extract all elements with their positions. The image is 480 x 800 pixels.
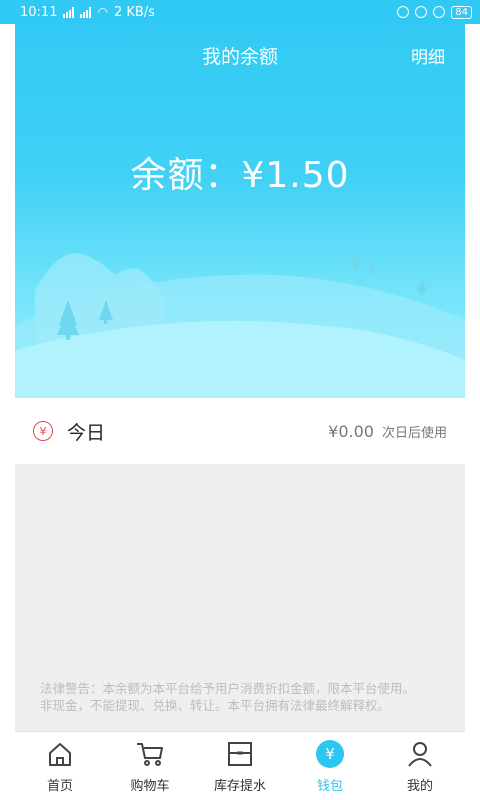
status-time: 10:11 <box>20 4 58 20</box>
cart-icon <box>134 738 166 770</box>
nav-mine[interactable]: 我的 <box>375 732 465 800</box>
user-icon <box>404 738 436 770</box>
nav-wallet-label: 钱包 <box>316 779 343 794</box>
home-icon <box>44 738 76 770</box>
nav-inventory-label: 库存提水 <box>213 779 266 794</box>
wallet-icon: ¥ <box>314 738 346 770</box>
nav-wallet[interactable]: ¥ 钱包 <box>285 732 375 800</box>
legal-warning-line1: 法律警告：本余额为本平台给予用户消费折扣金额，限本平台使用。 <box>40 681 416 696</box>
today-note: 次日后使用 <box>381 425 447 441</box>
today-amount: ¥0.00 <box>328 421 374 441</box>
yen-icon: ¥ <box>33 421 53 441</box>
status-bar: 10:11 ◠ 2 KB/s 84 <box>0 0 480 24</box>
location-icon <box>415 6 428 18</box>
nav-home[interactable]: 首页 <box>15 732 105 800</box>
network-speed: 2 KB/s <box>113 4 155 20</box>
detail-link[interactable]: 明细 <box>411 43 445 68</box>
bottom-nav: 首页 购物车 库存提水 ¥ 钱包 我的 <box>15 731 465 800</box>
lock-icon <box>397 6 410 18</box>
alarm-icon <box>433 6 446 18</box>
page-title: 我的余额 <box>201 46 278 68</box>
landscape-illustration <box>15 250 465 398</box>
nav-home-label: 首页 <box>46 779 73 794</box>
wifi-icon: ◠ <box>97 5 108 19</box>
today-label: 今日 <box>67 421 106 444</box>
signal-icon-2 <box>80 6 92 18</box>
balance-amount: 余额：¥1.50 <box>130 155 350 196</box>
legal-warning: 法律警告：本余额为本平台给予用户消费折扣金额，限本平台使用。 非现金，不能提现、… <box>40 680 450 714</box>
left-margin <box>0 0 15 800</box>
battery-indicator: 84 <box>451 5 472 19</box>
right-margin <box>465 0 480 800</box>
nav-cart[interactable]: 购物车 <box>105 732 195 800</box>
top-bar: 我的余额 明细 <box>15 24 465 82</box>
legal-warning-line2: 非现金，不能提现、兑换、转让。本平台拥有法律最终解释权。 <box>40 698 391 713</box>
inventory-icon <box>224 738 256 770</box>
nav-inventory[interactable]: 库存提水 <box>195 732 285 800</box>
signal-icon <box>63 6 75 18</box>
nav-mine-label: 我的 <box>406 779 433 794</box>
nav-cart-label: 购物车 <box>130 779 170 794</box>
balance-hero: 我的余额 明细 余额：¥1.50 <box>15 0 465 398</box>
today-row: ¥ 今日 ¥0.00 次日后使用 <box>15 398 465 464</box>
